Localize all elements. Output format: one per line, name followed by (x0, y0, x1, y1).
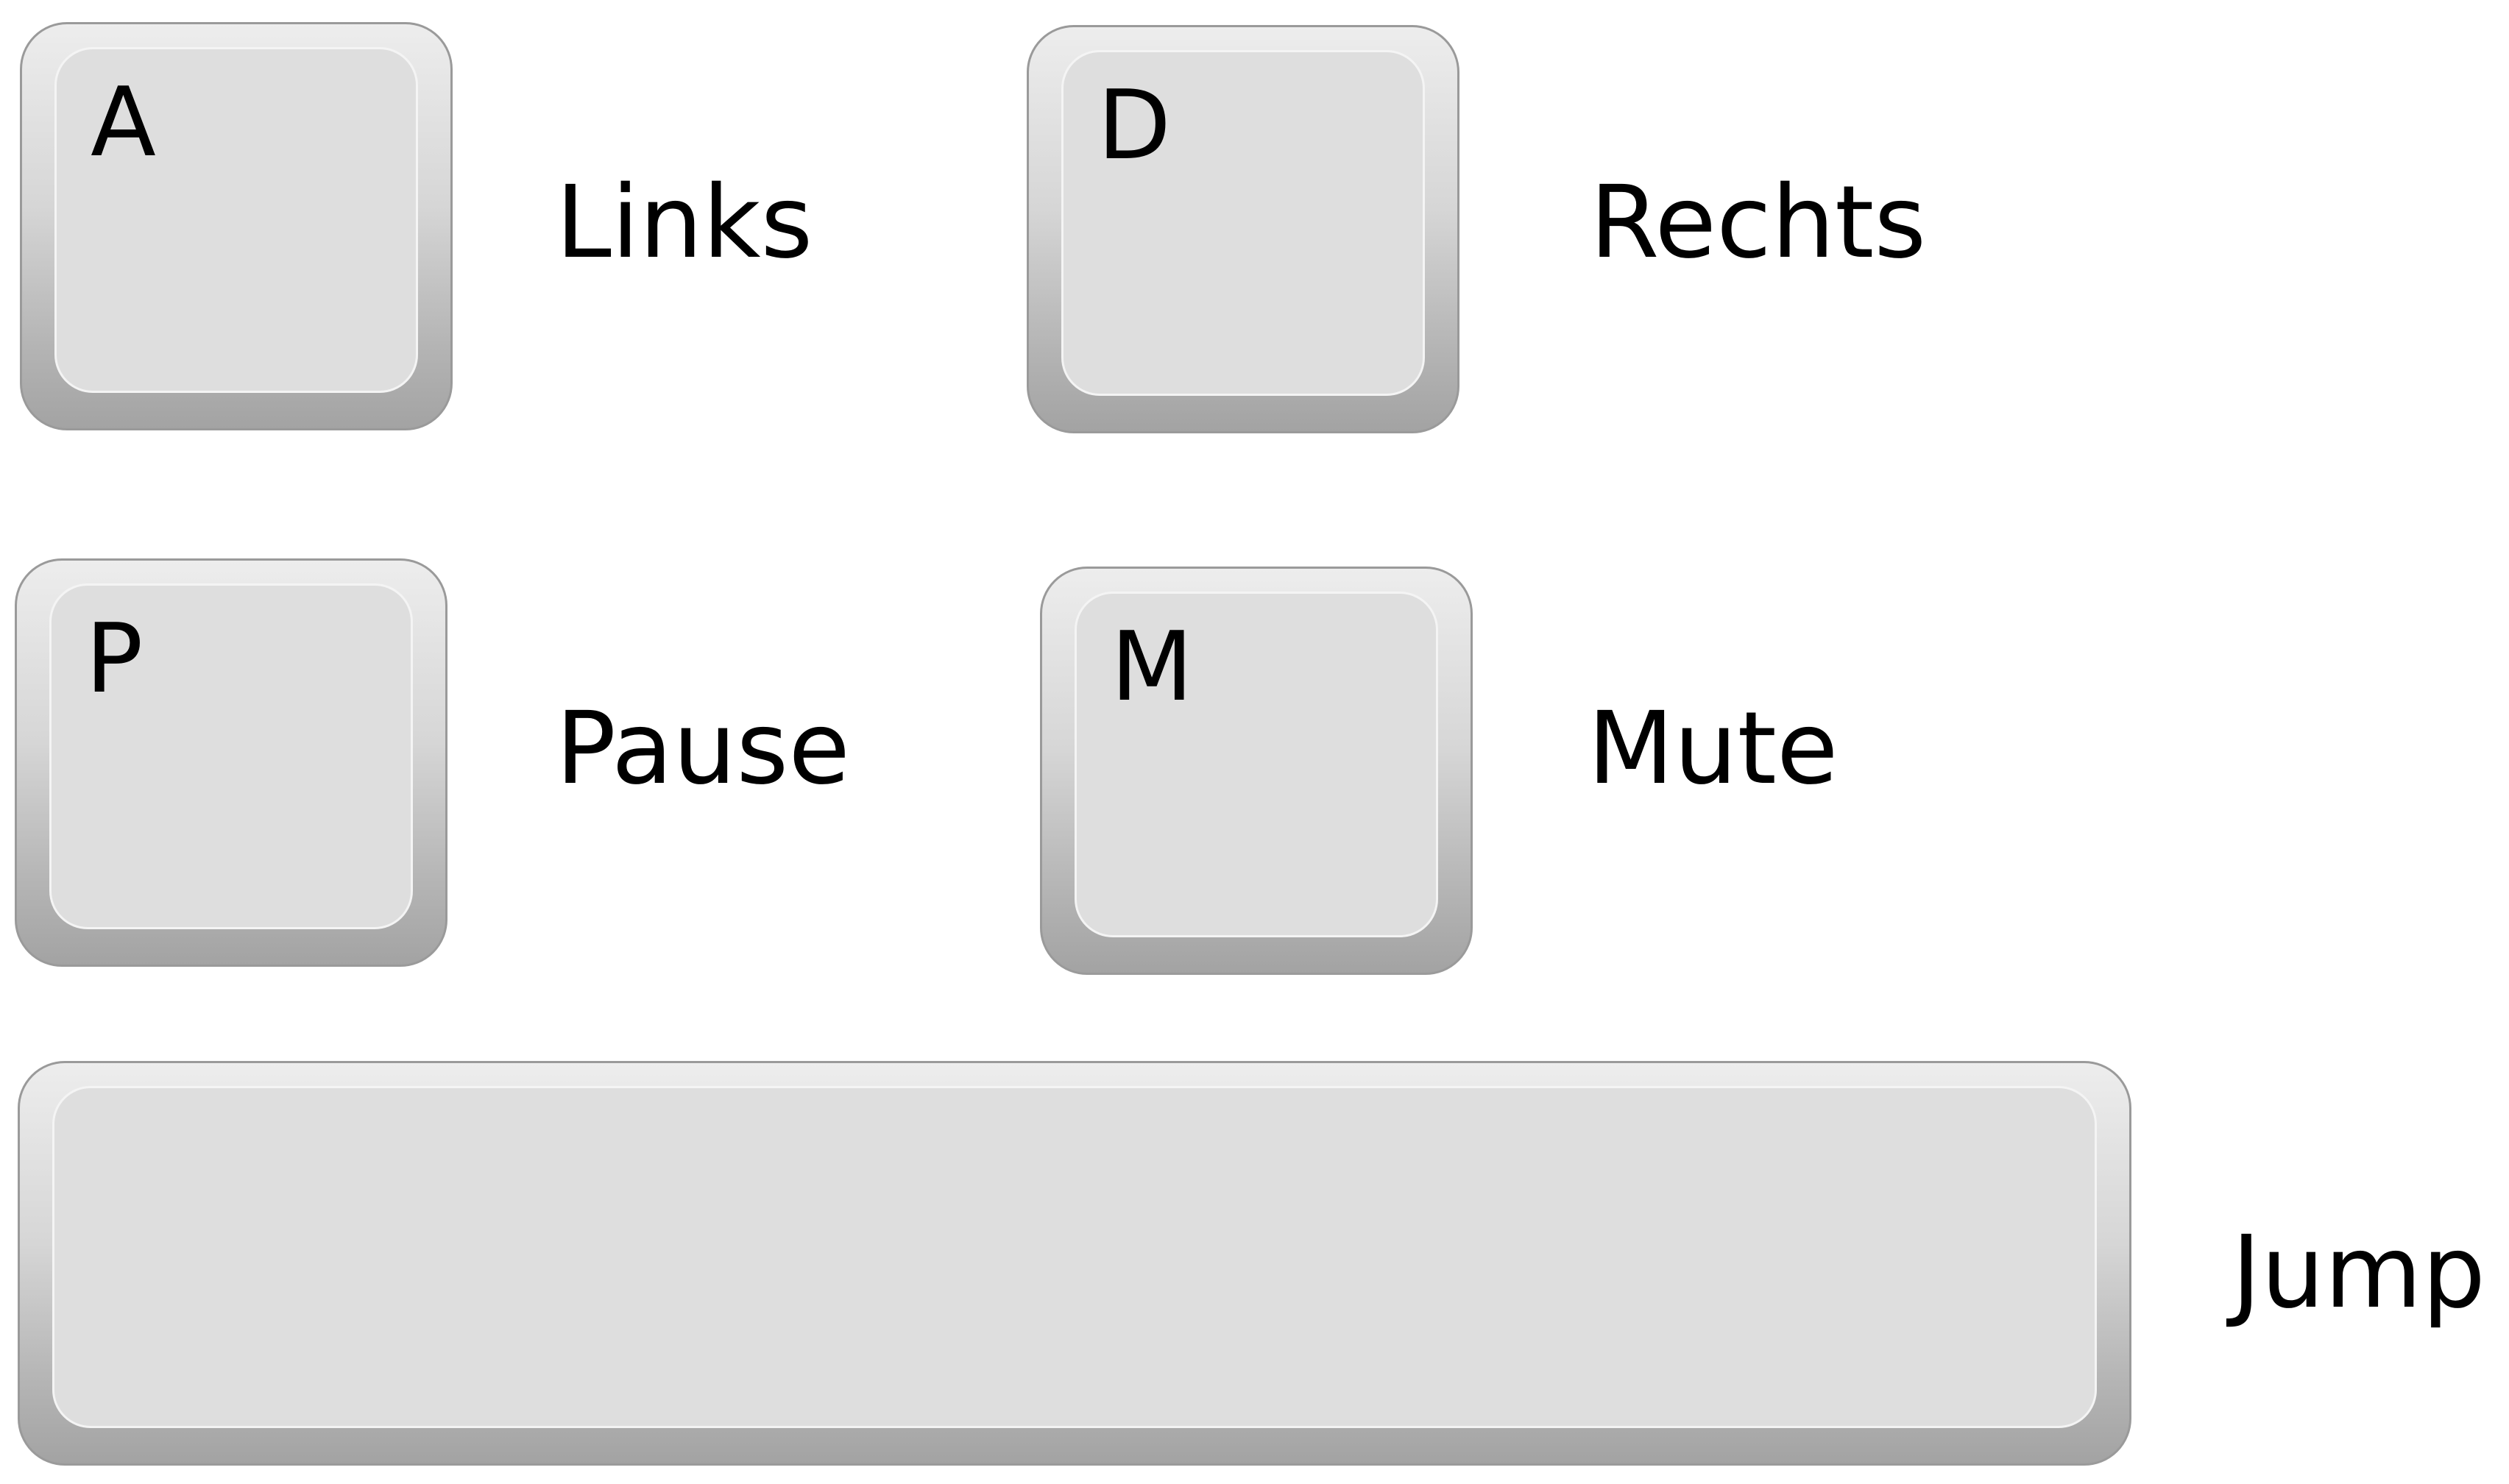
key-p-face: P (49, 583, 413, 929)
key-d-action-label: Rechts (1590, 165, 1927, 281)
key-m: M (1040, 567, 1473, 975)
key-m-action-label: Mute (1588, 691, 1839, 807)
key-d: D (1027, 25, 1459, 433)
space-bar-action-label: Jump (2232, 1215, 2486, 1331)
key-d-letter: D (1097, 69, 1172, 181)
key-a-face: A (54, 47, 418, 393)
key-a-action-label: Links (556, 165, 813, 281)
key-m-letter: M (1111, 611, 1194, 723)
key-p: P (15, 558, 447, 967)
key-a: A (20, 22, 453, 430)
key-p-letter: P (85, 603, 144, 714)
space-bar-face (52, 1086, 2097, 1428)
key-a-letter: A (91, 66, 156, 178)
key-d-face: D (1061, 50, 1425, 396)
key-m-face: M (1075, 592, 1438, 937)
key-p-action-label: Pause (556, 691, 850, 807)
space-bar-key (18, 1061, 2131, 1466)
